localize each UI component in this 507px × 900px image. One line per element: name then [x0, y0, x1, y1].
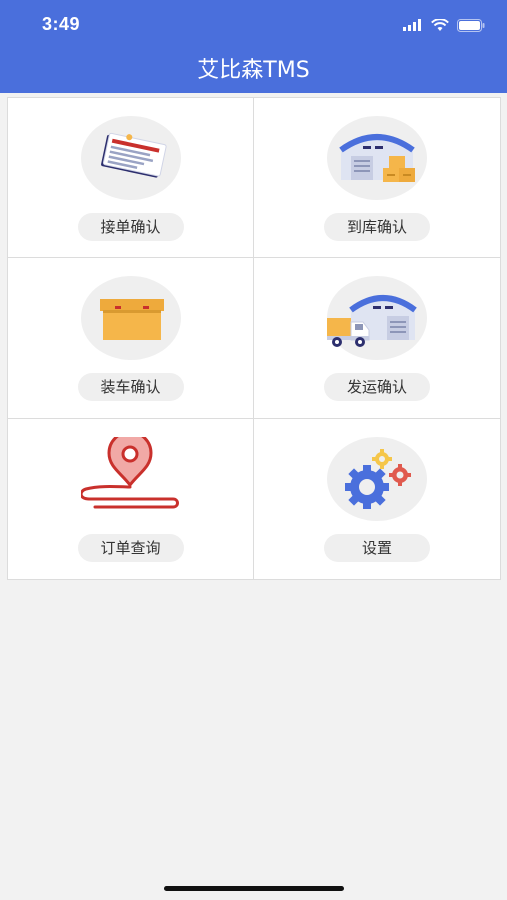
wifi-icon: [431, 18, 449, 31]
status-time: 3:49: [42, 14, 81, 34]
menu-icon-bg: [80, 116, 181, 200]
warehouse-boxes-icon: [339, 134, 415, 182]
battery-icon: [457, 18, 485, 32]
menu-item-shipment-confirm[interactable]: 发运确认: [254, 258, 500, 419]
app-header: 3:49 艾比森TMS: [0, 0, 507, 93]
menu-grid: 接单确认 到库确认 装车确认 发运确认 订单查询 设置: [7, 97, 501, 580]
gears-icon: [345, 448, 411, 509]
menu-item-label: 设置: [324, 533, 430, 562]
menu-icon-bg: [80, 436, 181, 521]
menu-icon-bg: [327, 436, 427, 521]
cellular-signal-icon: [403, 19, 421, 31]
menu-item-settings[interactable]: 设置: [254, 419, 500, 579]
delivery-truck-warehouse-icon: [327, 295, 417, 348]
menu-item-label: 接单确认: [77, 213, 184, 241]
location-pin-route-icon: [80, 436, 179, 509]
menu-item-label: 发运确认: [324, 373, 430, 402]
menu-item-order-accept[interactable]: 接单确认: [8, 98, 254, 259]
menu-item-label: 到库确认: [324, 213, 430, 241]
menu-item-warehouse-arrival[interactable]: 到库确认: [254, 98, 500, 259]
menu-icon-bg: [327, 116, 427, 200]
menu-item-loading-confirm[interactable]: 装车确认: [8, 258, 254, 419]
clipboard-order-icon: [100, 132, 167, 178]
menu-icon-bg: [80, 276, 181, 361]
cargo-box-icon: [99, 299, 164, 341]
status-icons: [403, 16, 485, 34]
home-indicator[interactable]: [164, 886, 344, 891]
page-title: 艾比森TMS: [197, 58, 310, 83]
menu-item-label: 订单查询: [77, 533, 184, 562]
status-bar: 3:49: [0, 0, 507, 48]
menu-item-label: 装车确认: [77, 373, 184, 402]
menu-item-order-query[interactable]: 订单查询: [8, 418, 254, 579]
menu-icon-bg: [327, 276, 427, 361]
